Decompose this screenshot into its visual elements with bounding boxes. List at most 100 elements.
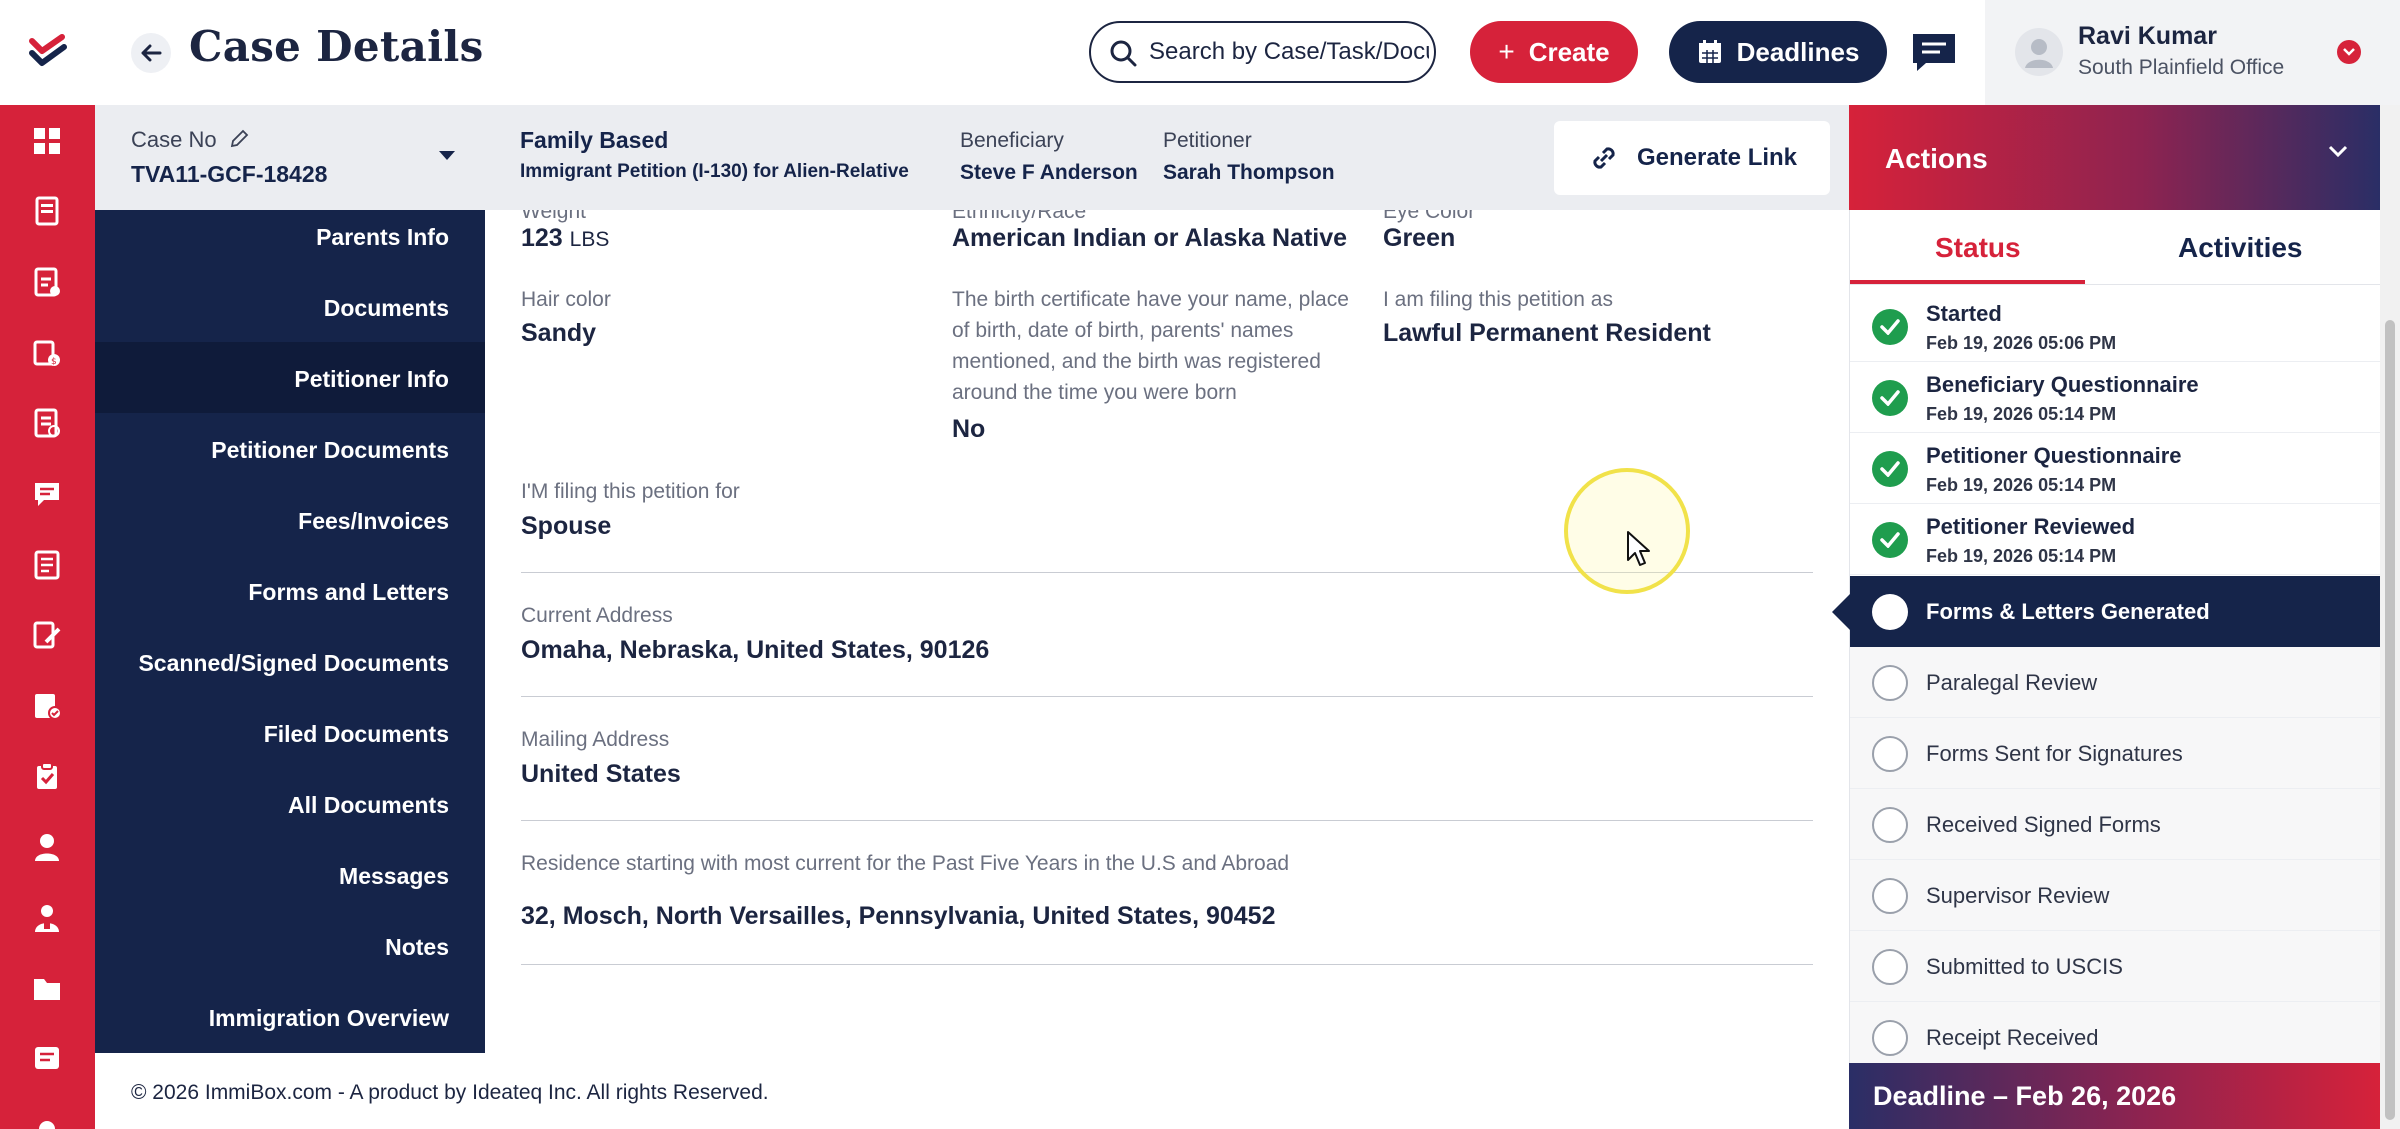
nav-item-documents[interactable]: Documents: [324, 295, 449, 322]
mailing-address-label: Mailing Address: [521, 728, 670, 751]
app-logo[interactable]: [0, 0, 95, 105]
page-title: Case Details: [189, 22, 484, 71]
status-step-title: Forms & Letters Generated: [1926, 599, 2210, 624]
nav-item-all-documents[interactable]: All Documents: [288, 792, 449, 819]
scrollbar-thumb[interactable]: [2385, 320, 2395, 1120]
messages-icon[interactable]: [27, 474, 67, 514]
nav-item-immigration-overview[interactable]: Immigration Overview: [209, 1005, 449, 1032]
case-category: Family Based: [520, 127, 669, 153]
status-step-submitted-to-uscis[interactable]: Submitted to USCIS: [1850, 931, 2381, 1002]
tasks-icon[interactable]: [27, 262, 67, 302]
tab-activities[interactable]: Activities: [2178, 232, 2303, 264]
create-button-label: Create: [1528, 36, 1610, 67]
circle-icon: [1872, 594, 1908, 630]
status-step-received-signed-forms[interactable]: Received Signed Forms: [1850, 789, 2381, 860]
status-step-title: Received Signed Forms: [1926, 812, 2161, 837]
filing-as-label: I am filing this petition as: [1383, 288, 1613, 311]
user-menu[interactable]: Ravi Kumar South Plainfield Office: [1985, 0, 2400, 105]
search-box[interactable]: [1089, 21, 1436, 83]
deadlines-button[interactable]: Deadlines: [1669, 21, 1887, 83]
invoices-icon[interactable]: $: [27, 333, 67, 373]
cases-icon[interactable]: [27, 191, 67, 231]
chevron-down-icon[interactable]: [2327, 143, 2349, 159]
nav-item-fees-invoices[interactable]: Fees/Invoices: [298, 508, 449, 535]
status-step-supervisor-review[interactable]: Supervisor Review: [1850, 860, 2381, 931]
search-input[interactable]: [1149, 38, 1429, 66]
notes-icon[interactable]: [27, 1039, 67, 1079]
more-icon[interactable]: [27, 1105, 67, 1129]
case-info-bar: Case No TVA11-GCF-18428 Family Based Imm…: [95, 105, 1849, 210]
plus-icon: +: [1498, 36, 1515, 67]
actions-header[interactable]: Actions: [1849, 105, 2380, 210]
nav-item-petitioner-documents[interactable]: Petitioner Documents: [211, 437, 449, 464]
petitioner-label: Petitioner: [1163, 129, 1252, 152]
create-button[interactable]: + Create: [1470, 21, 1638, 83]
back-button[interactable]: [131, 33, 171, 73]
filing-for-label: I'M filing this petition for: [521, 480, 740, 503]
status-step-forms-letters-generated[interactable]: Forms & Letters Generated: [1832, 576, 2381, 647]
status-step-title: Beneficiary Questionnaire: [1926, 372, 2199, 397]
user-icon[interactable]: [27, 827, 67, 867]
nav-item-filed-documents[interactable]: Filed Documents: [264, 721, 449, 748]
edit-docs-icon[interactable]: [27, 615, 67, 655]
status-step-title: Submitted to USCIS: [1926, 954, 2123, 979]
footer: © 2026 ImmiBox.com - A product by Ideate…: [95, 1053, 1849, 1129]
reports-icon[interactable]: [27, 545, 67, 585]
divider: [521, 964, 1813, 965]
check-circle-icon: [1872, 451, 1908, 487]
forms-icon[interactable]: [27, 403, 67, 443]
icon-rail: $: [0, 0, 95, 1129]
arrow-left-icon: [141, 44, 162, 62]
filing-for-value: Spouse: [521, 512, 612, 540]
nav-item-scanned-signed-documents[interactable]: Scanned/Signed Documents: [138, 650, 449, 677]
nav-item-parents-info[interactable]: Parents Info: [316, 224, 449, 251]
mailing-address-value: United States: [521, 760, 681, 788]
status-step-date: Feb 19, 2026 05:14 PM: [1926, 404, 2117, 424]
beneficiary-name: Steve F Anderson: [960, 161, 1138, 184]
nav-item-petitioner-info[interactable]: Petitioner Info: [294, 366, 449, 393]
deadline-text: Deadline – Feb 26, 2026: [1873, 1081, 2177, 1111]
circle-icon: [1872, 665, 1908, 701]
status-step-petitioner-reviewed[interactable]: Petitioner Reviewed Feb 19, 2026 05:14 P…: [1850, 504, 2381, 575]
dashboard-icon[interactable]: [27, 121, 67, 161]
status-panel: Status Activities Started Feb 19, 2026 0…: [1832, 210, 2381, 1073]
status-step-forms-sent-for-signatures[interactable]: Forms Sent for Signatures: [1850, 718, 2381, 789]
chevron-down-icon[interactable]: [2337, 40, 2361, 64]
divider: [521, 820, 1813, 821]
divider: [521, 696, 1813, 697]
rail-icons: $: [0, 105, 95, 1129]
chat-button[interactable]: [1908, 30, 1960, 74]
status-step-date: Feb 19, 2026 05:14 PM: [1926, 475, 2117, 495]
checklist-icon[interactable]: [27, 686, 67, 726]
circle-icon: [1872, 949, 1908, 985]
team-icon[interactable]: [27, 898, 67, 938]
search-icon: [1110, 40, 1137, 67]
clipboard-icon[interactable]: [27, 756, 67, 796]
hair-color-label: Hair color: [521, 288, 611, 311]
status-step-title: Paralegal Review: [1926, 670, 2098, 695]
case-select-chevron-icon[interactable]: [438, 149, 456, 167]
birth-certificate-value: No: [952, 415, 986, 443]
status-step-title: Receipt Received: [1926, 1025, 2099, 1050]
status-step-title: Started: [1926, 301, 2002, 326]
deadline-banner: Deadline – Feb 26, 2026: [1849, 1063, 2380, 1129]
status-step-beneficiary-questionnaire[interactable]: Beneficiary Questionnaire Feb 19, 2026 0…: [1850, 362, 2381, 433]
pencil-icon[interactable]: [229, 129, 249, 149]
case-sidenav: Parents Info Documents Petitioner Info P…: [95, 210, 485, 1053]
check-circle-icon: [1872, 309, 1908, 345]
nav-item-forms-and-letters[interactable]: Forms and Letters: [248, 579, 449, 606]
nav-item-messages[interactable]: Messages: [339, 863, 449, 890]
page-scrollbar[interactable]: [2380, 105, 2400, 1129]
generate-link-button[interactable]: Generate Link: [1554, 121, 1830, 195]
weight-value: 123 LBS: [521, 224, 610, 252]
divider: [1850, 284, 2381, 285]
nav-item-notes[interactable]: Notes: [385, 934, 449, 961]
status-step-started[interactable]: Started Feb 19, 2026 05:06 PM: [1850, 291, 2381, 362]
status-step-paralegal-review[interactable]: Paralegal Review: [1850, 647, 2381, 718]
folder-icon[interactable]: [27, 969, 67, 1009]
tab-status[interactable]: Status: [1935, 232, 2021, 264]
svg-text:$: $: [51, 357, 57, 367]
status-step-date: Feb 19, 2026 05:14 PM: [1926, 546, 2117, 566]
status-step-petitioner-questionnaire[interactable]: Petitioner Questionnaire Feb 19, 2026 05…: [1850, 433, 2381, 504]
app-root: $ Case Details Search by Case/Task/Docum…: [0, 0, 2400, 1129]
